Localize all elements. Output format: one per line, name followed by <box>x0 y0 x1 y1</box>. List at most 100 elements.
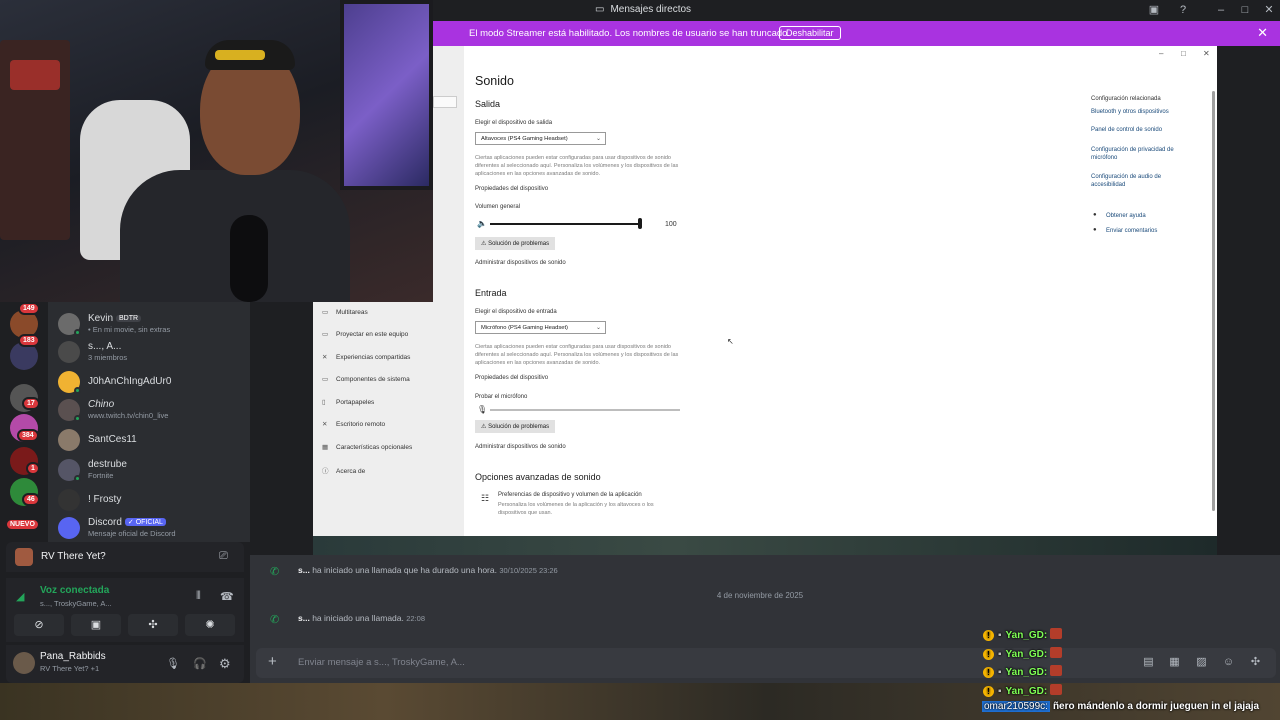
search-input[interactable] <box>433 96 457 108</box>
emote-icon <box>1050 665 1063 676</box>
gif-icon[interactable]: ▦ <box>1168 656 1181 669</box>
related-link[interactable]: Configuración de privacidad de micrófono <box>1091 146 1191 162</box>
volume-slider[interactable] <box>490 223 640 225</box>
chat-margin <box>1217 46 1280 555</box>
status-badge: BDTR <box>116 315 142 322</box>
disconnect-icon[interactable]: ☎ <box>220 590 234 603</box>
minimize-button[interactable]: – <box>1213 3 1229 17</box>
voice-status: Voz conectada <box>40 585 110 596</box>
phone-icon: ✆ <box>270 614 280 626</box>
activities-icon: ✣ <box>148 619 158 631</box>
camera-off-icon: ⊘ <box>34 619 44 631</box>
plus-icon[interactable]: + <box>268 653 277 670</box>
avatar[interactable] <box>13 652 35 674</box>
troubleshoot-button[interactable]: ⚠ Solución de problemas <box>475 237 556 250</box>
camera-off-button[interactable]: ⊘ <box>14 614 64 636</box>
settings-nav-item[interactable]: ▭ Componentes de sistema <box>322 375 410 383</box>
output-device-select[interactable]: Altavoces (PS4 Gaming Headset) ⌄ <box>475 132 606 145</box>
screen-share-icon[interactable]: ⎚ <box>219 550 228 563</box>
dm-list: Kevin BDTR • En mi movie, sin extras s...… <box>48 302 250 542</box>
headphones-icon[interactable]: 🎧 <box>193 657 207 670</box>
dm-item[interactable]: ! Frosty <box>58 488 243 514</box>
date-divider: 4 de noviembre de 2025 <box>716 591 804 600</box>
minimize-button[interactable]: – <box>1159 49 1163 58</box>
settings-nav-item[interactable]: ▯ Portapapeles <box>322 398 374 406</box>
warning-icon: ⚠ <box>481 424 487 430</box>
soundboard-button[interactable]: ✺ <box>185 614 235 636</box>
overlay-chat-line: ! ▪ Yan_GD: <box>983 665 1063 680</box>
input-troubleshoot-button[interactable]: ⚠ Solución de problemas <box>475 420 556 433</box>
page-title: Sonido <box>475 74 514 88</box>
overlay-chat-line: ! ▪ Yan_GD: <box>983 647 1063 662</box>
sound-settings-window: – □ ✕ Sonido Salida Elegir el dispositiv… <box>433 46 1217 536</box>
close-banner-icon[interactable]: ✕ <box>1257 25 1268 41</box>
get-help-link[interactable]: Obtener ayuda <box>1106 213 1146 219</box>
user-status: RV There Yet? +1 <box>40 664 100 673</box>
emoji-icon[interactable]: ☺ <box>1222 656 1235 669</box>
maximize-button[interactable]: □ <box>1181 49 1186 58</box>
input-manage-devices-link[interactable]: Administrar dispositivos de sonido <box>475 444 566 450</box>
microphone-icon: 🎙 <box>477 405 488 414</box>
apps-icon[interactable]: ✣ <box>1249 656 1262 669</box>
related-link[interactable]: Bluetooth y otros dispositivos <box>1091 109 1169 115</box>
input-heading: Entrada <box>475 288 507 298</box>
manage-devices-link[interactable]: Administrar dispositivos de sonido <box>475 260 566 266</box>
feedback-link[interactable]: Enviar comentarios <box>1106 228 1157 234</box>
dm-item[interactable]: destrube Fortnite <box>58 458 243 484</box>
disable-streamer-button[interactable]: Deshabilitar <box>779 26 841 40</box>
streamer-mode-banner: El modo Streamer está habilitado. Los no… <box>433 21 1280 46</box>
window-title: ▭ Mensajes directos <box>595 4 692 15</box>
dm-item[interactable]: Discord ✓ OFICIAL Mensaje oficial de Disc… <box>58 516 243 542</box>
dm-item[interactable]: J0hAnChIngAdUr0 <box>58 370 243 396</box>
related-link[interactable]: Configuración de audio de accesibilidad <box>1091 173 1191 189</box>
group-avatar <box>58 341 80 363</box>
app-volume-link[interactable]: Preferencias de dispositivo y volumen de… <box>498 492 642 498</box>
settings-nav-item[interactable]: ✕ Escritorio remoto <box>322 420 385 428</box>
sticker-icon[interactable]: ▨ <box>1195 656 1208 669</box>
activities-button[interactable]: ✣ <box>128 614 178 636</box>
webcam-feed <box>0 0 433 302</box>
settings-nav-item[interactable]: ▦ Características opcionales <box>322 443 412 451</box>
dm-item[interactable]: Kevin BDTR • En mi movie, sin extras <box>58 312 243 338</box>
avatar <box>58 371 81 394</box>
share-screen-button[interactable]: ▣ <box>71 614 121 636</box>
dm-item[interactable]: Chino www.twitch.tv/chin0_live <box>58 398 243 424</box>
help-icon[interactable]: ? <box>1175 3 1191 17</box>
discord-logo-icon <box>58 517 80 539</box>
dm-item[interactable]: SantCes11 <box>58 428 243 454</box>
composer-placeholder[interactable]: Enviar mensaje a s..., TroskyGame, A... <box>298 657 465 668</box>
volume-slider-thumb[interactable] <box>638 218 642 229</box>
close-button[interactable]: ✕ <box>1203 49 1210 58</box>
emote-icon <box>1050 628 1063 639</box>
overlay-chat-line: ! ▪ Yan_GD: <box>983 684 1063 699</box>
voice-panel: ◢ Voz conectada s..., TroskyGame, A... ⦀… <box>6 578 244 642</box>
input-note: Ciertas aplicaciones pueden estar config… <box>475 344 679 366</box>
dm-item[interactable]: s..., A... 3 miembros <box>58 340 243 366</box>
input-device-properties-link[interactable]: Propiedades del dispositivo <box>475 375 548 381</box>
signal-icon: ◢ <box>16 591 25 603</box>
settings-nav-item[interactable]: ▭ Multitareas <box>322 308 368 316</box>
unread-badge: 46 <box>22 493 40 506</box>
gift-icon[interactable]: ▤ <box>1142 656 1155 669</box>
settings-nav-item[interactable]: ✕ Experiencias compartidas <box>322 353 410 361</box>
close-button[interactable]: ✕ <box>1261 3 1277 17</box>
settings-nav-item[interactable]: ▭ Proyectar en este equipo <box>322 330 408 338</box>
related-link[interactable]: Panel de control de sonido <box>1091 127 1162 133</box>
input-device-select[interactable]: Micrófono (PS4 Gaming Headset) ⌄ <box>475 321 606 334</box>
volume-value: 100 <box>665 221 677 228</box>
avatar <box>58 399 81 422</box>
message-composer[interactable]: + Enviar mensaje a s..., TroskyGame, A..… <box>256 648 1276 678</box>
unread-badge: 1 <box>26 462 40 475</box>
gear-icon[interactable]: ⚙ <box>219 656 231 672</box>
user-panel: Pana_Rabbids RV There Yet? +1 🎙 🎧 ⚙ <box>6 645 244 683</box>
inbox-icon[interactable]: ▣ <box>1146 3 1162 17</box>
system-message: s... ha iniciado una llamada. 22:08 <box>298 613 426 623</box>
noise-suppression-icon[interactable]: ⦀ <box>196 590 201 603</box>
activity-game: RV There Yet? <box>41 551 106 562</box>
device-properties-link[interactable]: Propiedades del dispositivo <box>475 186 548 192</box>
scrollbar[interactable] <box>1212 91 1215 511</box>
maximize-button[interactable]: □ <box>1237 3 1253 17</box>
settings-nav-item[interactable]: ⓘ Acerca de <box>322 465 365 475</box>
microphone-icon[interactable]: 🎙 <box>166 657 180 670</box>
activity-panel[interactable]: RV There Yet? ⎚ <box>6 542 244 572</box>
